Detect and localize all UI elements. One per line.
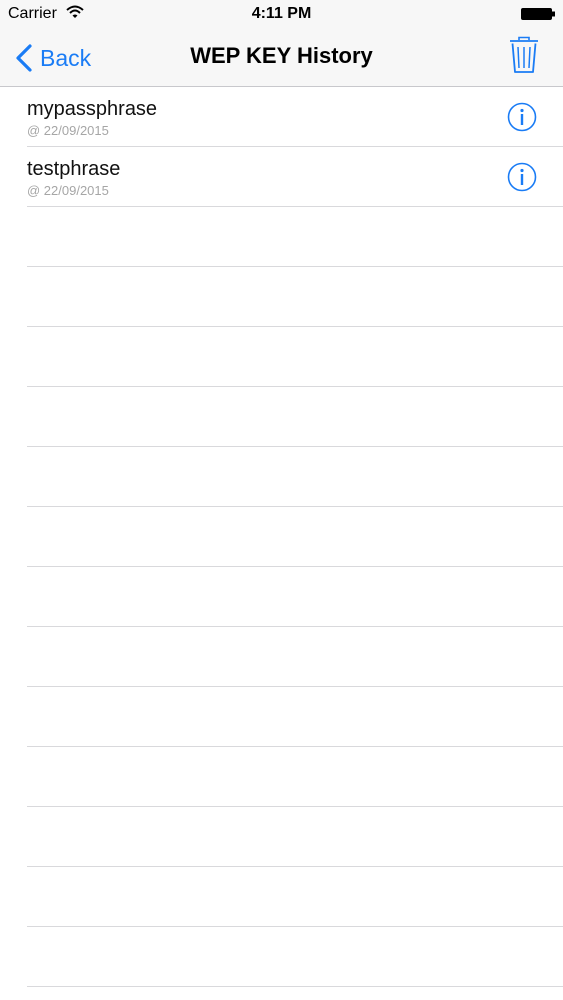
navigation-bar: Back WEP KEY History — [0, 28, 563, 87]
history-key-name: mypassphrase — [27, 98, 158, 120]
empty-row — [27, 267, 563, 327]
history-row[interactable]: mypassphrase @ 22/09/2015 — [27, 87, 563, 147]
empty-row — [27, 687, 563, 747]
empty-row — [27, 327, 563, 387]
empty-row — [27, 447, 563, 507]
empty-row — [27, 867, 563, 927]
empty-row — [27, 747, 563, 807]
history-row[interactable]: testphrase @ 22/09/2015 — [27, 147, 563, 207]
history-key-name: testphrase — [27, 158, 121, 180]
empty-row — [27, 207, 563, 267]
info-icon[interactable] — [507, 102, 537, 132]
empty-row — [27, 627, 563, 687]
battery-full-icon — [521, 8, 555, 20]
status-time: 4:11 PM — [251, 5, 312, 22]
status-bar: Carrier 4:11 PM — [0, 0, 563, 28]
page-title: WEP KEY History — [190, 43, 373, 68]
history-date: @ 22/09/2015 — [27, 183, 109, 198]
info-icon[interactable] — [507, 162, 537, 192]
empty-row — [27, 807, 563, 867]
empty-row — [27, 927, 563, 987]
empty-row — [27, 567, 563, 627]
history-date: @ 22/09/2015 — [27, 123, 109, 138]
trash-icon[interactable] — [509, 36, 539, 74]
empty-row — [27, 507, 563, 567]
empty-row — [27, 387, 563, 447]
history-list: mypassphrase @ 22/09/2015 testphrase @ 2… — [0, 87, 563, 987]
